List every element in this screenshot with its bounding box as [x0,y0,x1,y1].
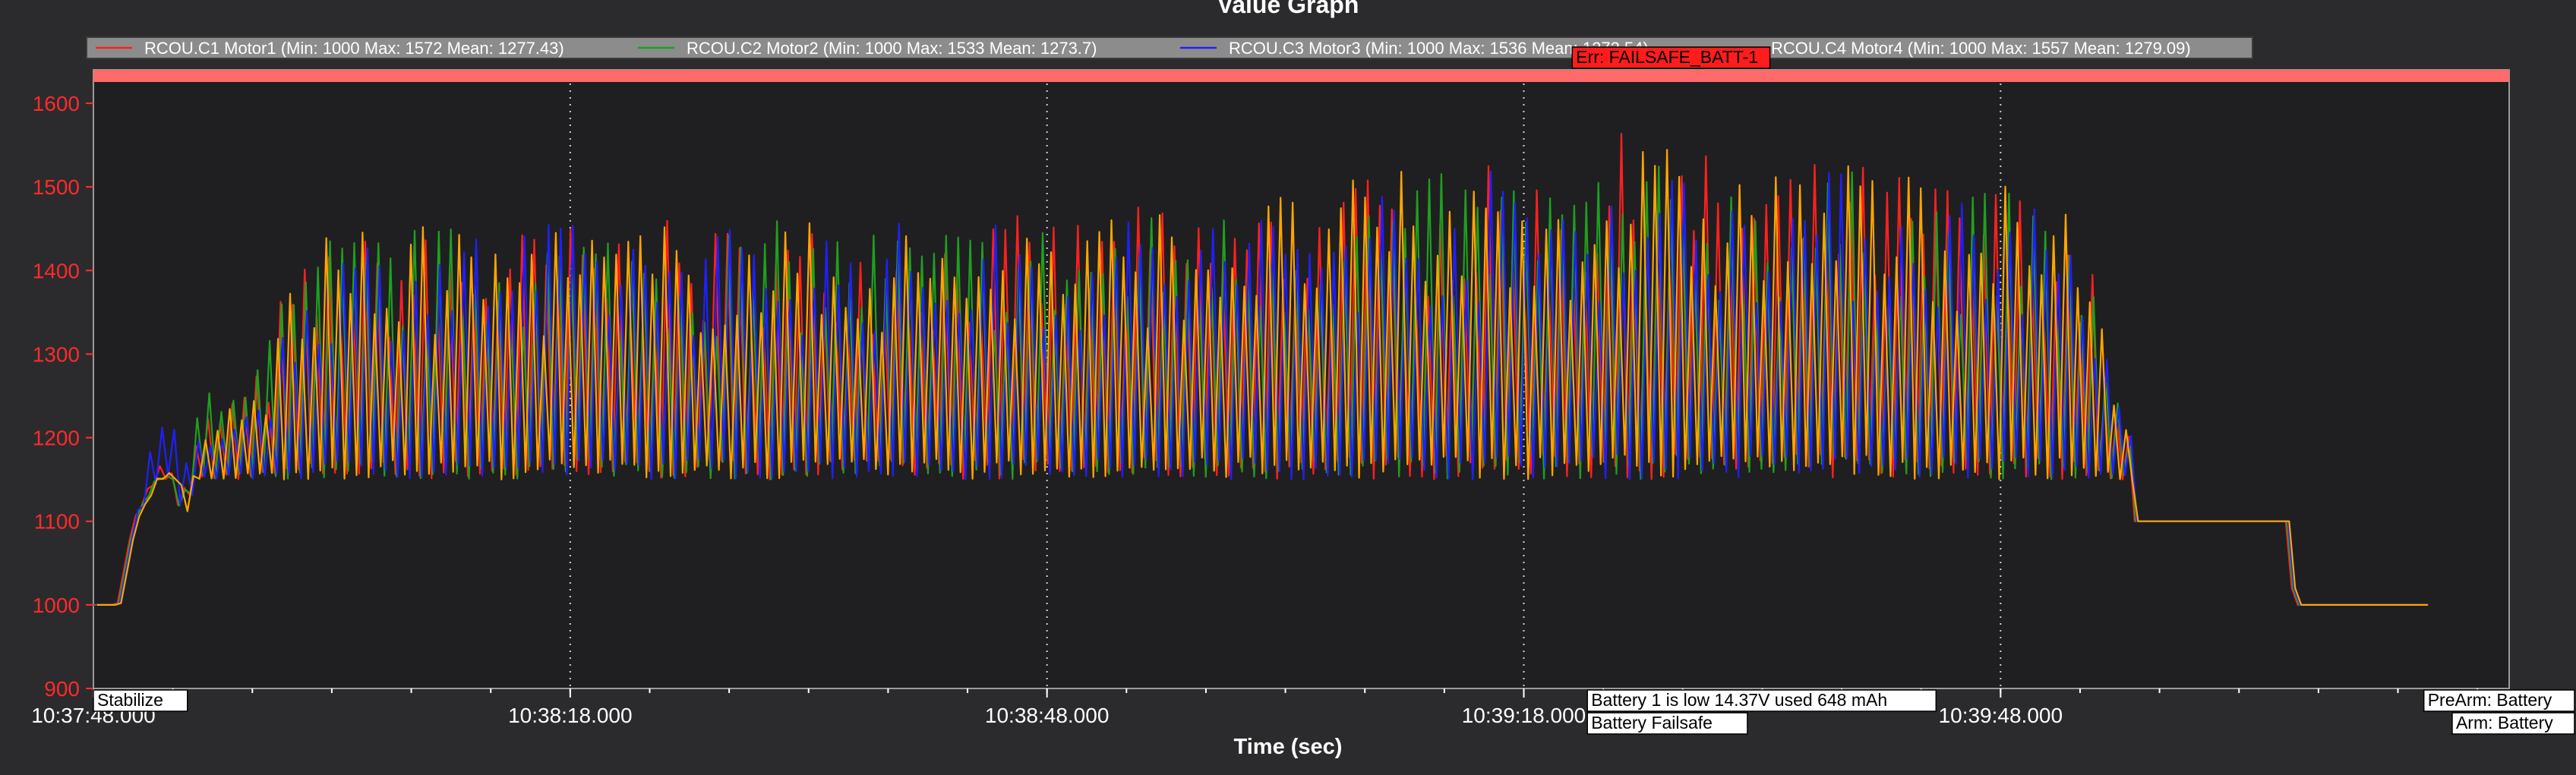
y-tick-label: 1400 [33,259,80,282]
y-tick-label: 1200 [33,427,80,450]
annotation-label: Battery Failsafe [1591,713,1713,732]
annotation-label: PreArm: Battery [2428,690,2552,710]
x-axis-label: Time (sec) [1233,735,1343,759]
failsafe-band [93,70,2509,82]
y-tick-label: 1300 [33,342,80,366]
annotation-label: Battery 1 is low 14.37V used 648 mAh [1591,690,1887,710]
value-graph-window: Value Graph 10:37:48.000 10:38:18.000 10:3… [0,0,2576,775]
x-tick-label: 10:38:48.000 [985,704,1110,727]
y-tick-label: 900 [44,677,80,701]
chart-svg[interactable]: 10:37:48.000 10:38:18.000 10:38:48.000 10:3… [0,0,2576,775]
x-tick-label: 10:39:48.000 [1939,704,2063,727]
legend-entry: RCOU.C4 Motor4 (Min: 1000 Max: 1557 Mean… [1771,39,2191,58]
x-tick-label: 10:38:18.000 [508,704,633,727]
annotation-label: Stabilize [97,690,163,710]
y-tick-label: 1100 [34,510,80,534]
annotation-label: Err: FAILSAFE_BATT-1 [1576,47,1758,67]
x-tick-label: 10:39:18.000 [1462,704,1586,727]
annotation-label: Arm: Battery [2456,713,2553,732]
y-tick-label: 1000 [33,594,80,617]
y-tick-label: 1600 [33,92,80,115]
legend-entry: RCOU.C1 Motor1 (Min: 1000 Max: 1572 Mean… [144,39,564,58]
y-tick-label: 1500 [33,175,80,199]
legend-entry: RCOU.C2 Motor2 (Min: 1000 Max: 1533 Mean… [687,39,1097,58]
